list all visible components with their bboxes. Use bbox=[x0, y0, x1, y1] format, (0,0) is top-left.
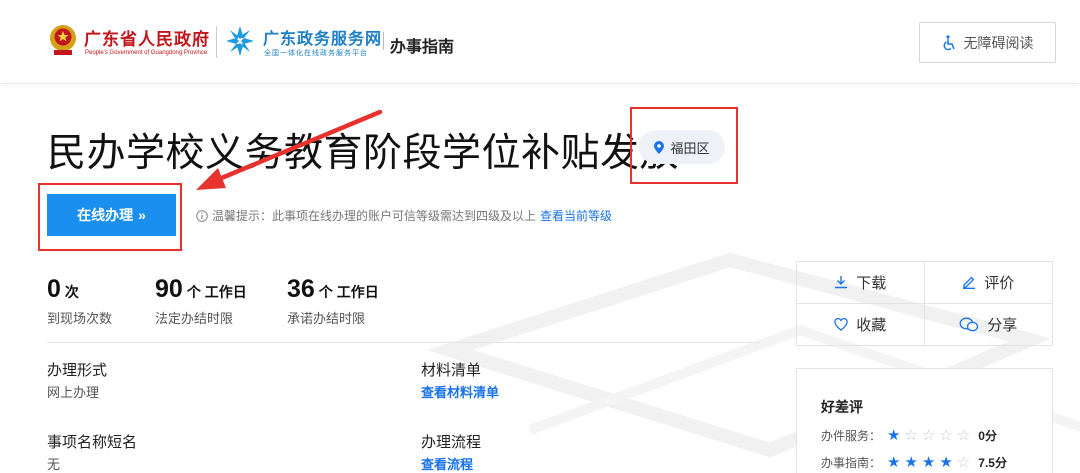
online-apply-button[interactable]: 在线办理 » bbox=[47, 194, 176, 236]
guide-rating-label: 办事指南： bbox=[821, 455, 882, 470]
accessibility-label: 无障碍阅读 bbox=[963, 34, 1034, 51]
evaluate-label: 评价 bbox=[984, 274, 1015, 292]
star-empty-icon: ☆ bbox=[956, 454, 971, 471]
star-filled-icon: ★ bbox=[887, 454, 901, 471]
stat-value: 90 bbox=[155, 275, 183, 303]
tip-text: 温馨提示：此事项在线办理的账户可信等级需达到四级及以上 bbox=[212, 209, 537, 223]
favorite-button[interactable]: 收藏 bbox=[797, 303, 925, 345]
stat-label: 承诺办结时限 bbox=[287, 311, 366, 326]
star-empty-icon: ☆ bbox=[956, 427, 971, 444]
star-filled-icon: ★ bbox=[939, 454, 953, 471]
portal-name: 广东政务服务网 bbox=[263, 31, 383, 48]
gov-name-en: People's Government of Guangdong Provinc… bbox=[85, 50, 208, 56]
star-empty-icon: ☆ bbox=[939, 427, 953, 444]
service-rating-label: 办件服务： bbox=[821, 428, 882, 443]
page-title: 民办学校义务教育阶段学位补贴发放 bbox=[47, 132, 680, 175]
stat-label: 到现场次数 bbox=[47, 311, 113, 326]
action-panel: 下载 评价 收藏 分享 bbox=[796, 261, 1053, 346]
rating-title: 好差评 bbox=[821, 399, 863, 415]
download-icon bbox=[835, 276, 848, 289]
service-rating-row: 办件服务： ★ ☆ ☆ ☆ ☆ 0分 bbox=[821, 426, 997, 444]
gov-name: 广东省人民政府 bbox=[84, 30, 210, 49]
online-apply-label: 在线办理 bbox=[77, 207, 134, 223]
nav-divider bbox=[383, 32, 384, 50]
national-emblem-icon bbox=[50, 25, 76, 55]
evaluate-button[interactable]: 评价 bbox=[924, 262, 1052, 304]
star-filled-icon: ★ bbox=[904, 454, 918, 471]
guide-rating-score: 7.5分 bbox=[978, 455, 1007, 470]
site-header: 广东省人民政府 People's Government of Guangdong… bbox=[0, 0, 1080, 84]
star-filled-icon: ★ bbox=[921, 454, 936, 471]
guide-rating-stars: ★ ★ ★ ★ ☆ bbox=[887, 453, 970, 471]
share-label: 分享 bbox=[987, 316, 1018, 334]
short-name-title: 事项名称短名 bbox=[47, 434, 138, 451]
share-icon bbox=[959, 317, 979, 332]
share-button[interactable]: 分享 bbox=[925, 304, 1053, 346]
short-name-value: 无 bbox=[47, 457, 61, 472]
portal-subtitle: 全国一体化在线政务服务平台 bbox=[264, 50, 368, 57]
district-tag[interactable]: 福田区 bbox=[639, 130, 725, 164]
handling-form-title: 办理形式 bbox=[47, 362, 108, 379]
download-label: 下载 bbox=[856, 274, 887, 292]
service-rating-stars: ★ ☆ ☆ ☆ ☆ bbox=[887, 426, 970, 444]
service-rating-score: 0分 bbox=[978, 428, 997, 443]
portal-logo-icon bbox=[226, 26, 254, 56]
stat-value: 0 bbox=[47, 275, 61, 303]
location-pin-icon bbox=[654, 140, 665, 154]
stat-unit: 个 工作日 bbox=[318, 284, 379, 300]
heart-icon bbox=[834, 317, 848, 331]
section-divider bbox=[47, 342, 760, 343]
materials-link[interactable]: 查看材料清单 bbox=[421, 382, 499, 401]
view-level-link[interactable]: 查看当前等级 bbox=[540, 207, 612, 224]
stat-legal-time-limit: 90 个 工作日 法定办结时限 bbox=[155, 275, 247, 327]
stat-value: 36 bbox=[287, 275, 315, 303]
stat-promised-time-limit: 36 个 工作日 承诺办结时限 bbox=[287, 275, 379, 327]
double-chevron-icon: » bbox=[138, 207, 146, 223]
stat-unit: 个 工作日 bbox=[186, 284, 247, 300]
favorite-label: 收藏 bbox=[856, 316, 887, 334]
process-title: 办理流程 bbox=[421, 434, 482, 451]
credit-level-tip: 温馨提示：此事项在线办理的账户可信等级需达到四级及以上 查看当前等级 bbox=[196, 207, 612, 224]
star-filled-icon: ★ bbox=[887, 427, 901, 444]
guide-rating-row: 办事指南： ★ ★ ★ ★ ☆ 7.5分 bbox=[821, 453, 1007, 471]
stat-onsite-visits: 0次 到现场次数 bbox=[47, 275, 112, 327]
rating-card: 好差评 办件服务： ★ ☆ ☆ ☆ ☆ 0分 办事指南： ★ ★ ★ ★ ☆ 7.5分 bbox=[796, 368, 1053, 473]
accessibility-button[interactable]: 无障碍阅读 bbox=[919, 22, 1056, 63]
pencil-icon bbox=[963, 276, 976, 290]
logo-divider bbox=[216, 26, 217, 58]
info-icon bbox=[196, 209, 208, 222]
accessibility-icon bbox=[943, 34, 955, 50]
materials-title: 材料清单 bbox=[421, 362, 482, 379]
star-empty-icon: ☆ bbox=[921, 427, 936, 444]
district-label: 福田区 bbox=[670, 140, 710, 156]
star-empty-icon: ☆ bbox=[904, 427, 918, 444]
download-button[interactable]: 下载 bbox=[797, 262, 925, 304]
process-link[interactable]: 查看流程 bbox=[421, 454, 473, 473]
stat-label: 法定办结时限 bbox=[155, 311, 234, 326]
nav-title[interactable]: 办事指南 bbox=[390, 33, 454, 57]
handling-form-value: 网上办理 bbox=[47, 385, 100, 400]
stat-unit: 次 bbox=[64, 284, 79, 300]
